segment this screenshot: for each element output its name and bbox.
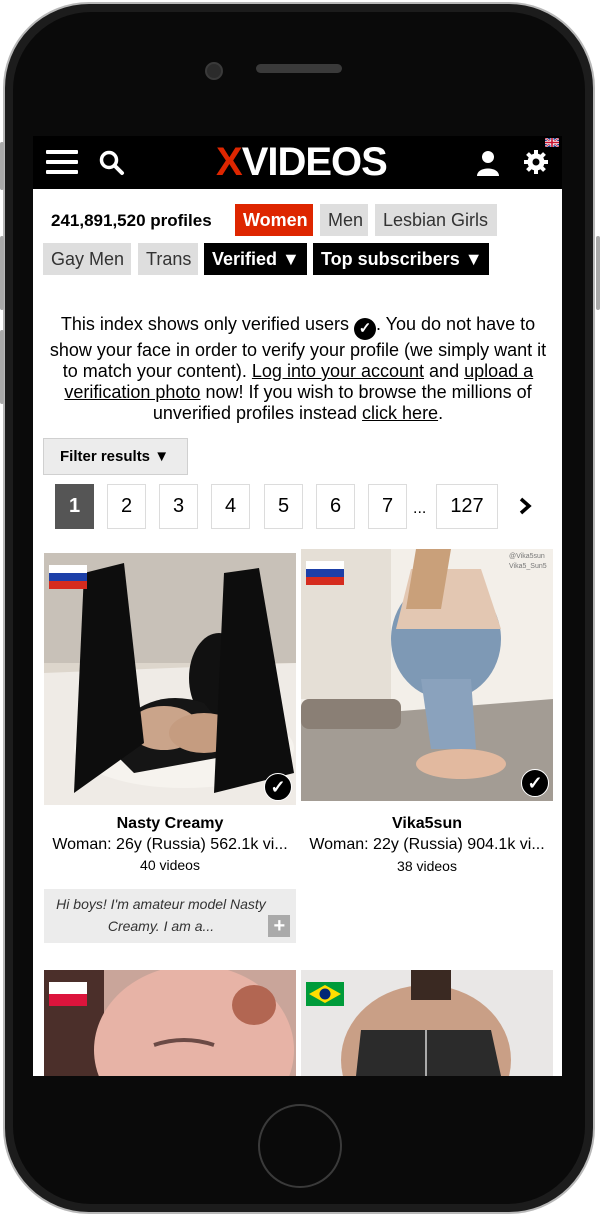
chevron-right-icon[interactable] — [515, 496, 535, 516]
phone-side-button — [0, 142, 4, 190]
verified-badge-icon: ✓ — [264, 773, 292, 801]
screen: XVIDEOS 241,891,520 profiles Women Men L… — [33, 136, 562, 1076]
russia-flag-icon — [49, 565, 87, 589]
chip-lesbian-girls[interactable]: Lesbian Girls — [375, 204, 497, 236]
site-logo[interactable]: XVIDEOS — [216, 140, 388, 185]
logo-x: X — [216, 140, 243, 184]
poland-flag-icon — [49, 982, 87, 1006]
phone-power-button — [596, 236, 600, 310]
page-5[interactable]: 5 — [264, 484, 303, 529]
profile-meta: Woman: 26y (Russia) 562.1k vi... — [52, 836, 288, 853]
chip-gay-men[interactable]: Gay Men — [43, 243, 131, 275]
thumbnail-image — [301, 549, 553, 801]
search-icon[interactable] — [99, 150, 125, 176]
chip-verified[interactable]: Verified ▼ — [204, 243, 307, 275]
page-7[interactable]: 7 — [368, 484, 407, 529]
verified-check-icon: ✓ — [353, 318, 376, 340]
click-here-link[interactable]: click here — [362, 403, 438, 423]
notice-text-3: now! If you wish to browse the millions … — [152, 382, 532, 423]
profile-card[interactable]: @Vika5sun Vika5_Sun5 ✓ Vika5sun — [301, 549, 553, 832]
profile-thumbnail[interactable]: ✓ — [44, 553, 296, 805]
notice-and: and — [429, 361, 460, 381]
profile-name[interactable]: Vika5sun — [301, 815, 553, 833]
chip-women[interactable]: Women — [235, 204, 313, 236]
profile-thumbnail[interactable] — [44, 970, 296, 1076]
pagination-ellipsis: ... — [413, 500, 427, 517]
verified-notice: This index shows only verified users ✓. … — [41, 314, 555, 424]
page-1[interactable]: 1 — [55, 484, 94, 529]
russia-flag-icon — [306, 561, 344, 585]
pagination: 1 2 3 4 5 6 7 ... 127 — [33, 484, 562, 530]
home-button[interactable] — [258, 1104, 342, 1188]
speaker-grille — [256, 64, 342, 73]
user-icon[interactable] — [477, 150, 499, 176]
brazil-flag-icon — [306, 982, 344, 1006]
gear-icon[interactable] — [524, 150, 548, 174]
profile-video-count: 38 videos — [397, 858, 457, 874]
profile-thumbnail[interactable]: @Vika5sun Vika5_Sun5 ✓ — [301, 549, 553, 801]
profile-count: 241,891,520 profiles — [51, 211, 212, 230]
page-3[interactable]: 3 — [159, 484, 198, 529]
phone-volume-up — [0, 236, 4, 310]
profile-video-count: 40 videos — [140, 857, 200, 873]
thumbnail-image — [44, 553, 296, 805]
chip-trans[interactable]: Trans — [138, 243, 198, 275]
logo-text: VIDEOS — [241, 140, 388, 184]
page-6[interactable]: 6 — [316, 484, 355, 529]
filter-results-button[interactable]: Filter results ▼ — [43, 438, 188, 475]
profile-card[interactable] — [44, 970, 296, 1076]
page-4[interactable]: 4 — [211, 484, 250, 529]
notice-text-1: This index shows only verified users — [60, 314, 349, 334]
chip-top-subscribers[interactable]: Top subscribers ▼ — [313, 243, 489, 275]
profile-bio[interactable]: Hi boys! I'm amateur model Nasty Creamy.… — [44, 889, 296, 943]
profile-bio-text: Hi boys! I'm amateur model Nasty Creamy.… — [56, 896, 266, 934]
notice-end: . — [438, 403, 444, 423]
top-bar: XVIDEOS — [33, 136, 562, 189]
watermark-text-1: @Vika5sun — [509, 553, 545, 560]
profile-meta: Woman: 22y (Russia) 904.1k vi... — [309, 836, 545, 853]
profile-thumbnail[interactable] — [301, 970, 553, 1076]
expand-plus-icon[interactable]: + — [268, 915, 290, 937]
page-last[interactable]: 127 — [436, 484, 498, 529]
page-2[interactable]: 2 — [107, 484, 146, 529]
profile-card[interactable] — [301, 970, 553, 1076]
watermark-text-2: Vika5_Sun5 — [509, 563, 547, 570]
menu-icon[interactable] — [46, 150, 78, 174]
verified-badge-icon: ✓ — [521, 769, 549, 797]
uk-flag-icon[interactable] — [545, 138, 559, 147]
profile-name[interactable]: Nasty Creamy — [44, 815, 296, 833]
profile-card[interactable]: ✓ Nasty Creamy — [44, 553, 296, 832]
phone-volume-down — [0, 330, 4, 404]
camera-icon — [205, 62, 223, 80]
chip-men[interactable]: Men — [320, 204, 368, 236]
login-link[interactable]: Log into your account — [252, 361, 424, 381]
